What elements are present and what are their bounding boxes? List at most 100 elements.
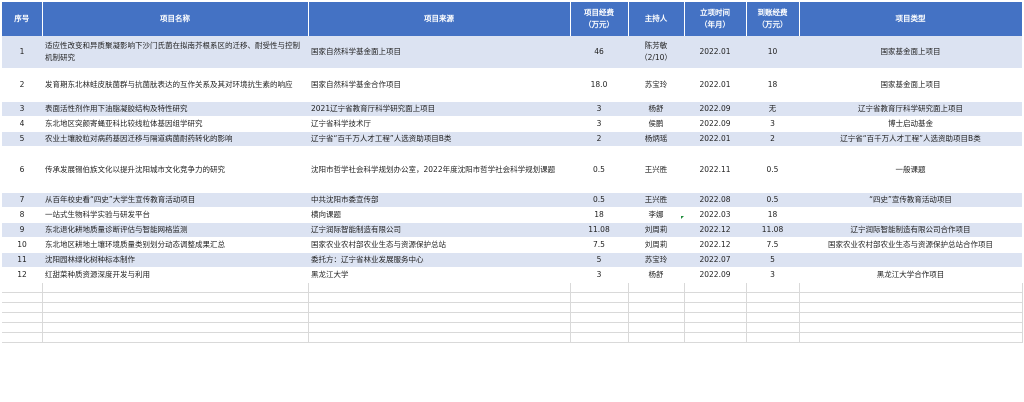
empty-cell[interactable] <box>684 312 747 323</box>
project-type-cell[interactable]: 国家基金面上项目 <box>799 68 1022 102</box>
table-row[interactable]: 7 从百年校史看“四史”大学生宣传教育活动项目 中共沈阳市委宣传部 0.5 王兴胜 202… <box>2 192 1022 208</box>
empty-row[interactable] <box>2 292 1023 303</box>
empty-cell[interactable] <box>570 332 629 343</box>
empty-cell[interactable] <box>2 302 43 313</box>
project-name-cell[interactable]: 表面活性剂作用下油脂凝胶结构及特性研究 <box>42 101 308 117</box>
empty-row[interactable] <box>2 332 1023 343</box>
project-name-cell[interactable]: 沈阳园林绿化树种标本制作 <box>42 252 308 268</box>
host-cell[interactable]: 陈芳敏 （2/10） <box>628 36 684 69</box>
table-row[interactable]: 4 东北地区突颜寄蝇亚科比较线粒体基因组学研究 辽宁省科学技术厅 3 侯鹏 2022.09… <box>2 116 1022 132</box>
empty-cell[interactable] <box>42 282 309 293</box>
project-type-cell[interactable]: “四史”宣传教育活动项目 <box>799 192 1022 208</box>
host-cell[interactable]: 刘周莉 <box>628 222 684 238</box>
project-source-cell[interactable]: 黑龙江大学 <box>308 267 570 283</box>
received-cell[interactable]: 10 <box>746 36 799 69</box>
empty-cell[interactable] <box>746 282 800 293</box>
table-row[interactable]: 6 传承发展锡伯族文化以提升沈阳城市文化竞争力的研究 沈阳市哲学社会科学规划办公室，… <box>2 146 1022 193</box>
row-number-cell[interactable]: 8 <box>2 207 42 223</box>
received-cell[interactable]: 0.5 <box>746 192 799 208</box>
empty-cell[interactable] <box>684 332 747 343</box>
empty-cell[interactable] <box>308 292 571 303</box>
funding-cell[interactable]: 18 <box>570 207 628 223</box>
funding-cell[interactable]: 7.5 <box>570 237 628 253</box>
project-name-cell[interactable]: 东北地区耕地土壤环境质量类别划分动态调整成果汇总 <box>42 237 308 253</box>
funding-cell[interactable]: 3 <box>570 267 628 283</box>
host-cell[interactable]: 王兴胜 <box>628 146 684 193</box>
table-row[interactable]: 5 农业土壤胶粒对病药基因迁移与隔道病菌耐药转化的影响 辽宁省“百千万人才工程”人选… <box>2 131 1022 147</box>
row-number-cell[interactable]: 10 <box>2 237 42 253</box>
empty-cell[interactable] <box>42 332 309 343</box>
empty-cell[interactable] <box>42 322 309 333</box>
project-source-cell[interactable]: 国家自然科学基金面上项目 <box>308 36 570 69</box>
date-cell[interactable]: 2022.11 <box>684 146 746 193</box>
empty-cell[interactable] <box>684 322 747 333</box>
project-type-cell[interactable] <box>799 252 1022 268</box>
project-type-cell[interactable]: 黑龙江大学合作项目 <box>799 267 1022 283</box>
date-cell[interactable]: 2022.12 <box>684 237 746 253</box>
row-number-cell[interactable]: 3 <box>2 101 42 117</box>
empty-row[interactable] <box>2 312 1023 323</box>
empty-cell[interactable] <box>2 292 43 303</box>
funding-cell[interactable]: 46 <box>570 36 628 69</box>
received-cell[interactable]: 5 <box>746 252 799 268</box>
project-source-cell[interactable]: 2021辽宁省教育厅科学研究面上项目 <box>308 101 570 117</box>
funding-cell[interactable]: 3 <box>570 116 628 132</box>
project-source-cell[interactable]: 沈阳市哲学社会科学规划办公室，2022年度沈阳市哲学社会科学规划课题 <box>308 146 570 193</box>
funding-cell[interactable]: 5 <box>570 252 628 268</box>
date-cell[interactable]: 2022.01 <box>684 36 746 69</box>
table-row[interactable]: 10 东北地区耕地土壤环境质量类别划分动态调整成果汇总 国家农业农村部农业生态与资源… <box>2 237 1022 253</box>
header-col-no[interactable]: 序号 <box>2 2 43 36</box>
empty-cell[interactable] <box>684 282 747 293</box>
row-number-cell[interactable]: 4 <box>2 116 42 132</box>
received-cell[interactable]: 7.5 <box>746 237 799 253</box>
empty-cell[interactable] <box>684 302 747 313</box>
empty-cell[interactable] <box>42 302 309 313</box>
date-cell[interactable]: 2022.12 <box>684 222 746 238</box>
funding-cell[interactable]: 3 <box>570 101 628 117</box>
project-source-cell[interactable]: 国家农业农村部农业生态与资源保护总站 <box>308 237 570 253</box>
project-source-cell[interactable]: 辽宁省科学技术厅 <box>308 116 570 132</box>
project-type-cell[interactable] <box>799 207 1022 223</box>
row-number-cell[interactable]: 1 <box>2 36 42 69</box>
empty-cell[interactable] <box>2 332 43 343</box>
empty-cell[interactable] <box>2 322 43 333</box>
host-cell[interactable]: 刘周莉 <box>628 237 684 253</box>
row-number-cell[interactable]: 11 <box>2 252 42 268</box>
received-cell[interactable]: 3 <box>746 116 799 132</box>
project-type-cell[interactable]: 国家基金面上项目 <box>799 36 1022 69</box>
project-source-cell[interactable]: 辽宁省“百千万人才工程”人选资助项目B类 <box>308 131 570 147</box>
empty-row[interactable] <box>2 282 1023 293</box>
project-type-cell[interactable]: 博士启动基金 <box>799 116 1022 132</box>
empty-cell[interactable] <box>42 312 309 323</box>
project-source-cell[interactable]: 国家自然科学基金合作项目 <box>308 68 570 102</box>
empty-cell[interactable] <box>570 302 629 313</box>
date-cell[interactable]: 2022.03 <box>684 207 746 223</box>
date-cell[interactable]: 2022.09 <box>684 116 746 132</box>
date-cell[interactable]: 2022.01 <box>684 68 746 102</box>
project-type-cell[interactable]: 一般课题 <box>799 146 1022 193</box>
date-cell[interactable]: 2022.09 <box>684 101 746 117</box>
empty-cell[interactable] <box>628 292 685 303</box>
project-name-cell[interactable]: 发育期东北林蛙皮肤菌群与抗菌肽表达的互作关系及其对环境抗生素的响应 <box>42 68 308 102</box>
empty-cell[interactable] <box>628 312 685 323</box>
project-source-cell[interactable]: 横向课题 <box>308 207 570 223</box>
date-cell[interactable]: 2022.07 <box>684 252 746 268</box>
funding-cell[interactable]: 0.5 <box>570 192 628 208</box>
table-row[interactable]: 3 表面活性剂作用下油脂凝胶结构及特性研究 2021辽宁省教育厅科学研究面上项目 3 杨… <box>2 101 1022 117</box>
received-cell[interactable]: 18 <box>746 68 799 102</box>
project-source-cell[interactable]: 辽宁润际智能制造有限公司 <box>308 222 570 238</box>
header-col-name[interactable]: 项目名称 <box>42 2 309 36</box>
table-row[interactable]: 1 适应性改变和异质聚凝影响下沙门氏菌在拟南芥根系区的迁移、耐受性与控制机制研究国… <box>2 36 1022 69</box>
received-cell[interactable]: 3 <box>746 267 799 283</box>
empty-cell[interactable] <box>308 332 571 343</box>
funding-cell[interactable]: 0.5 <box>570 146 628 193</box>
received-cell[interactable]: 0.5 <box>746 146 799 193</box>
empty-cell[interactable] <box>799 302 1023 313</box>
empty-cell[interactable] <box>628 332 685 343</box>
header-col-date[interactable]: 立项时间 （年月） <box>684 2 747 36</box>
empty-cell[interactable] <box>628 302 685 313</box>
row-number-cell[interactable]: 9 <box>2 222 42 238</box>
host-cell[interactable]: 李娜 <box>628 207 684 223</box>
date-cell[interactable]: 2022.01 <box>684 131 746 147</box>
table-row[interactable]: 9 东北退化耕地质量诊断评估与智能网格监测 辽宁润际智能制造有限公司 11.08 刘周莉… <box>2 222 1022 238</box>
